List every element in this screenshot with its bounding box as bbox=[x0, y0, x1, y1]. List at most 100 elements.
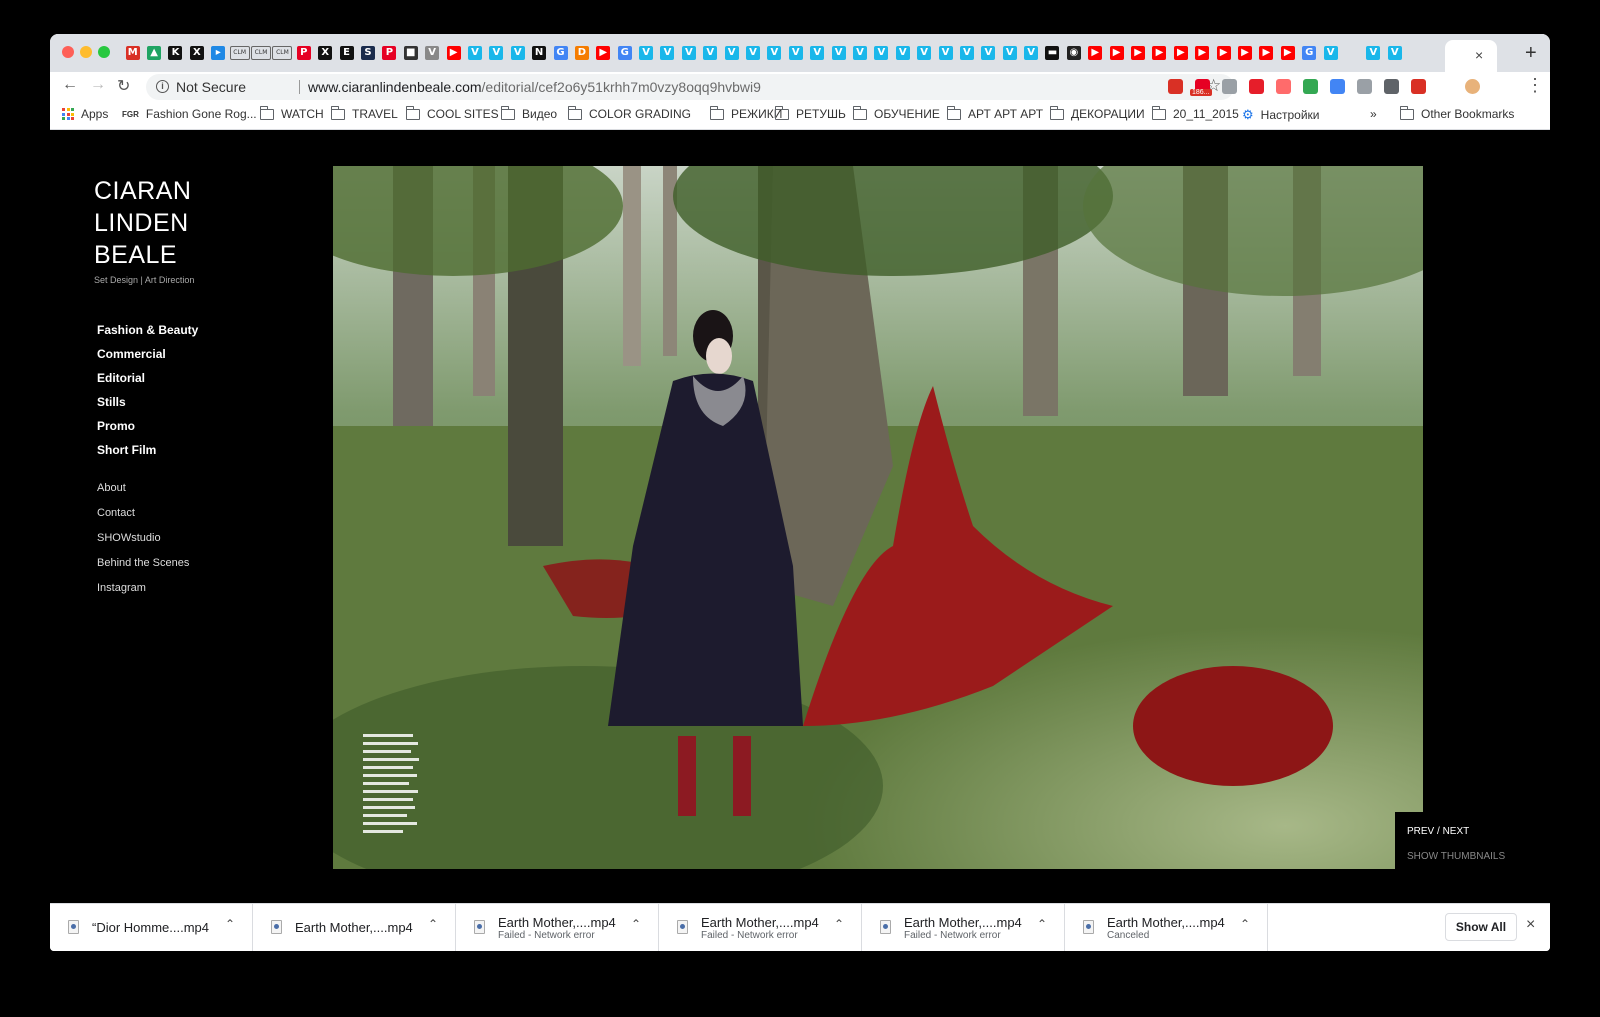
bookmark-item[interactable]: TRAVEL bbox=[331, 105, 398, 121]
tab[interactable]: D bbox=[571, 34, 592, 72]
bookmarks-overflow-icon[interactable]: » bbox=[1370, 107, 1377, 121]
tab[interactable]: ▶ bbox=[1085, 34, 1106, 72]
tab-active[interactable]: × bbox=[1445, 40, 1497, 72]
minimize-window-button[interactable] bbox=[80, 46, 92, 58]
bookmark-item[interactable]: WATCH bbox=[260, 105, 324, 121]
tab[interactable]: X bbox=[186, 34, 207, 72]
bookmark-item[interactable]: COOL SITES bbox=[406, 105, 499, 121]
shield-ext-icon[interactable] bbox=[1357, 79, 1372, 94]
bookmark-item[interactable]: Видео bbox=[501, 105, 557, 121]
chevron-up-icon[interactable]: ⌃ bbox=[1240, 917, 1250, 931]
zoom-window-button[interactable] bbox=[98, 46, 110, 58]
tab[interactable]: CLM bbox=[229, 34, 250, 72]
nav-behind-the-scenes[interactable]: Behind the Scenes bbox=[97, 551, 189, 576]
nav-stills[interactable]: Stills bbox=[97, 390, 198, 414]
bookmark-item[interactable]: ОБУЧЕНИЕ bbox=[853, 105, 940, 121]
tab[interactable]: V bbox=[978, 34, 999, 72]
nav-showstudio[interactable]: SHOWstudio bbox=[97, 526, 189, 551]
tab[interactable]: P bbox=[379, 34, 400, 72]
tab[interactable]: V bbox=[828, 34, 849, 72]
url-text[interactable]: www.ciaranlindenbeale.com/editorial/cef2… bbox=[308, 79, 761, 95]
tab[interactable]: ▶ bbox=[1106, 34, 1127, 72]
tab[interactable] bbox=[1341, 34, 1362, 72]
bookmark-item[interactable]: АРТ АРТ АРТ bbox=[947, 105, 1043, 121]
download-item[interactable]: Earth Mother,....mp4 ⌃ bbox=[253, 904, 456, 951]
tab[interactable]: G bbox=[550, 34, 571, 72]
tab[interactable]: ▶ bbox=[1213, 34, 1234, 72]
nav-short-film[interactable]: Short Film bbox=[97, 438, 198, 462]
pin-ext-icon[interactable] bbox=[1411, 79, 1426, 94]
tab[interactable]: ▶ bbox=[593, 34, 614, 72]
tab[interactable]: ▶ bbox=[1256, 34, 1277, 72]
tab[interactable]: G bbox=[614, 34, 635, 72]
grid-ext-icon[interactable] bbox=[1222, 79, 1237, 94]
tab[interactable]: V bbox=[721, 34, 742, 72]
tab[interactable]: V bbox=[1320, 34, 1341, 72]
chevron-up-icon[interactable]: ⌃ bbox=[1037, 917, 1047, 931]
tab[interactable]: V bbox=[421, 34, 442, 72]
tab[interactable]: V bbox=[764, 34, 785, 72]
bookmark-item[interactable]: РЕТУШЬ bbox=[775, 105, 846, 121]
chevron-up-icon[interactable]: ⌃ bbox=[225, 917, 235, 931]
editorial-photo[interactable] bbox=[333, 166, 1423, 869]
avatar-icon[interactable] bbox=[1465, 79, 1480, 94]
bookmark-item[interactable]: COLOR GRADING bbox=[568, 105, 691, 121]
bookmark-item[interactable]: 20_11_2015 bbox=[1152, 105, 1239, 121]
tab[interactable]: ■ bbox=[400, 34, 421, 72]
tab[interactable]: ▶ bbox=[1192, 34, 1213, 72]
bookmark-item[interactable]: ⚙ Настройки bbox=[1242, 107, 1320, 123]
tab[interactable]: ▶ bbox=[443, 34, 464, 72]
tab[interactable]: V bbox=[999, 34, 1020, 72]
show-all-button[interactable]: Show All bbox=[1445, 913, 1517, 941]
tab[interactable]: V bbox=[742, 34, 763, 72]
reload-icon[interactable]: ↻ bbox=[117, 76, 130, 96]
gmail-ext-icon[interactable] bbox=[1168, 79, 1183, 94]
nav-promo[interactable]: Promo bbox=[97, 414, 198, 438]
puzzle-ext-icon[interactable] bbox=[1303, 79, 1318, 94]
nav-commercial[interactable]: Commercial bbox=[97, 342, 198, 366]
bookmark-item[interactable]: FGR Fashion Gone Rog... bbox=[122, 107, 257, 121]
new-tab-button[interactable]: + bbox=[1525, 42, 1537, 65]
close-downloads-icon[interactable]: × bbox=[1526, 916, 1535, 934]
back-icon[interactable]: ← bbox=[62, 76, 78, 94]
tab[interactable]: ▶ bbox=[1170, 34, 1191, 72]
menu-icon[interactable]: ⋮ bbox=[1526, 75, 1544, 96]
other-bookmarks[interactable]: Other Bookmarks bbox=[1400, 105, 1514, 121]
tab[interactable]: V bbox=[1020, 34, 1041, 72]
chevron-up-icon[interactable]: ⌃ bbox=[428, 917, 438, 931]
nav-about[interactable]: About bbox=[97, 476, 189, 501]
download-item[interactable]: Earth Mother,....mp4 Failed - Network err… bbox=[862, 904, 1065, 951]
tab[interactable]: V bbox=[657, 34, 678, 72]
tab[interactable]: CLM bbox=[272, 34, 293, 72]
nav-instagram[interactable]: Instagram bbox=[97, 576, 189, 601]
tab[interactable]: V bbox=[785, 34, 806, 72]
download-item[interactable]: Earth Mother,....mp4 Canceled ⌃ bbox=[1065, 904, 1268, 951]
tab[interactable]: V bbox=[507, 34, 528, 72]
tab[interactable]: V bbox=[956, 34, 977, 72]
tab[interactable]: K bbox=[165, 34, 186, 72]
tab[interactable]: ▲ bbox=[143, 34, 164, 72]
site-logo[interactable]: CIARAN LINDEN BEALE bbox=[94, 175, 191, 271]
info-icon[interactable]: i bbox=[156, 80, 169, 93]
close-window-button[interactable] bbox=[62, 46, 74, 58]
download-item[interactable]: Earth Mother,....mp4 Failed - Network err… bbox=[659, 904, 862, 951]
tab[interactable]: V bbox=[635, 34, 656, 72]
tab[interactable]: ▶ bbox=[1234, 34, 1255, 72]
bookmark-apps[interactable]: Apps bbox=[62, 107, 108, 121]
forward-icon[interactable]: → bbox=[90, 76, 106, 94]
tab[interactable]: ▶ bbox=[1127, 34, 1148, 72]
tab[interactable]: ▬ bbox=[1042, 34, 1063, 72]
tab[interactable]: CLM bbox=[250, 34, 272, 72]
tab[interactable]: V bbox=[1384, 34, 1405, 72]
tab[interactable]: V bbox=[849, 34, 870, 72]
tab[interactable]: V bbox=[807, 34, 828, 72]
tab[interactable]: E bbox=[336, 34, 357, 72]
chevron-up-icon[interactable]: ⌃ bbox=[631, 917, 641, 931]
tab[interactable]: V bbox=[678, 34, 699, 72]
prev-next-link[interactable]: PREV / NEXT bbox=[1407, 826, 1469, 837]
opera-ext-icon[interactable] bbox=[1249, 79, 1264, 94]
tab[interactable]: N bbox=[528, 34, 549, 72]
bookmark-item[interactable]: ДЕКОРАЦИИ bbox=[1050, 105, 1145, 121]
tab[interactable]: P bbox=[293, 34, 314, 72]
close-tab-icon[interactable]: × bbox=[1475, 47, 1483, 63]
